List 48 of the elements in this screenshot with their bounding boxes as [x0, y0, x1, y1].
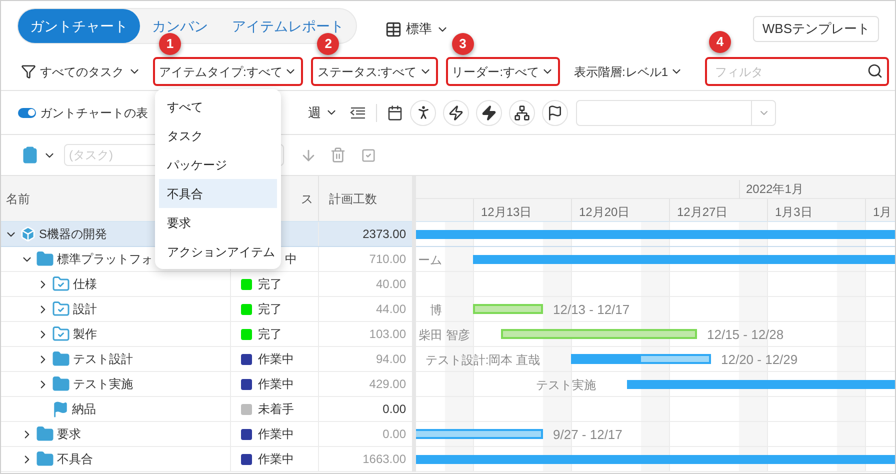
date-range-label: 9/27 - 12/17 [553, 426, 622, 444]
item-name: 納品 [72, 401, 96, 418]
date-range-label: 12/15 - 12/28 [707, 326, 784, 344]
status-text: 作業中 [258, 426, 294, 443]
week-label: 12月27日 [669, 199, 728, 222]
month-label: 2022年1月 [739, 180, 804, 199]
effort-cell-text: 94.00 [374, 351, 407, 368]
status-text: 中 [285, 251, 297, 268]
status-text: 完了 [258, 276, 282, 293]
week-label: 1月 [865, 199, 892, 222]
item-name: 製作 [73, 326, 97, 343]
effort-cell-text: 429.00 [368, 376, 407, 393]
effort-cell-text: 0.00 [382, 426, 407, 443]
date-range-label: 12/13 - 12/17 [553, 301, 630, 319]
effort-cell-text: 103.00 [368, 326, 407, 343]
assignee-label: 柴田 智彦 [418, 327, 470, 344]
effort-cell-text: 44.00 [374, 301, 407, 318]
date-range-label: 12/20 - 12/29 [721, 351, 798, 369]
effort-cell-text: 40.00 [374, 276, 407, 293]
status-text: 作業中 [258, 451, 294, 468]
effort-cell-text: 2373.00 [362, 226, 407, 243]
status-text: 作業中 [258, 351, 294, 368]
status-text: 未着手 [258, 401, 294, 418]
status-text: 作業中 [258, 376, 294, 393]
number-badge: 3 [452, 33, 474, 55]
item-name: 不具合 [57, 451, 93, 468]
item-name: 仕様 [73, 276, 97, 293]
assignee-label: ーム [418, 252, 442, 269]
item-name: テスト設計 [73, 351, 133, 368]
week-label: 12月20日 [571, 199, 630, 222]
status-text: 完了 [258, 301, 282, 318]
item-name: テスト実施 [73, 376, 133, 393]
item-name: 要求 [57, 426, 81, 443]
number-badge: 2 [317, 33, 340, 55]
item-name: 標準プラットフォ [57, 251, 153, 268]
assignee-label: テスト実施 [536, 377, 596, 394]
item-name: 設計 [73, 301, 97, 318]
number-badge: 1 [159, 33, 181, 55]
assignee-label: 博 [430, 302, 442, 319]
week-label: 1月3日 [767, 199, 812, 222]
effort-cell-text: 0.00 [382, 401, 407, 418]
status-text: 完了 [258, 326, 282, 343]
effort-cell-text: 710.00 [368, 251, 407, 268]
assignee-label: テスト設計:岡本 直哉 [425, 352, 540, 369]
week-label: 12月13日 [473, 199, 532, 222]
effort-cell-text: 1663.00 [362, 451, 407, 468]
item-name: S機器の開発 [39, 226, 108, 243]
number-badge: 4 [709, 31, 731, 53]
